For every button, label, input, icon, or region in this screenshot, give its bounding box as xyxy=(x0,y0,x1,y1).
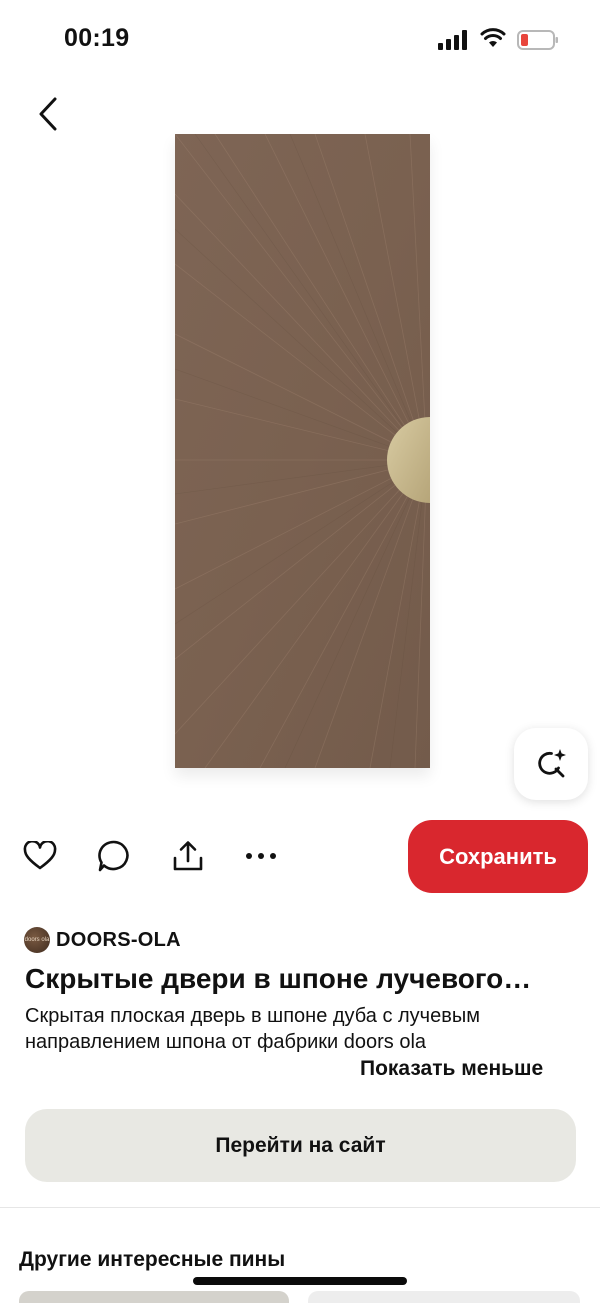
pin-description: Скрытая плоская дверь в шпоне дуба с луч… xyxy=(25,1005,480,1053)
related-pin-thumbnail[interactable] xyxy=(308,1291,580,1303)
save-button[interactable]: Сохранить xyxy=(408,820,588,893)
related-pin-thumbnail[interactable] xyxy=(19,1291,289,1303)
more-dots-icon xyxy=(246,853,276,859)
like-button[interactable] xyxy=(22,838,58,874)
back-button[interactable] xyxy=(36,96,60,132)
wifi-icon xyxy=(480,28,506,47)
more-options-button[interactable] xyxy=(243,838,279,874)
home-indicator[interactable] xyxy=(193,1277,407,1285)
more-pins-heading: Другие интересные пины xyxy=(19,1248,286,1271)
creator-name[interactable]: DOORS-OLA xyxy=(56,929,181,952)
visual-search-button[interactable] xyxy=(514,728,588,800)
cellular-signal-icon xyxy=(438,30,467,50)
comment-bubble-icon xyxy=(98,840,129,872)
avatar-text: doors ola xyxy=(24,937,50,943)
battery-low-icon xyxy=(517,30,558,50)
section-divider xyxy=(0,1207,600,1208)
show-less-link[interactable]: Показать меньше xyxy=(360,1057,543,1081)
comment-button[interactable] xyxy=(96,838,132,874)
heart-icon xyxy=(23,841,57,870)
creator-avatar[interactable]: doors ola xyxy=(24,927,50,953)
share-button[interactable] xyxy=(170,838,206,874)
visual-search-sparkle-icon xyxy=(538,749,566,778)
visit-site-button[interactable]: Перейти на сайт xyxy=(25,1109,576,1182)
status-time: 00:19 xyxy=(64,24,130,52)
share-upload-icon xyxy=(173,841,203,871)
pin-title: Скрытые двери в шпоне лучевого… xyxy=(25,963,532,994)
pin-image[interactable] xyxy=(175,134,430,768)
